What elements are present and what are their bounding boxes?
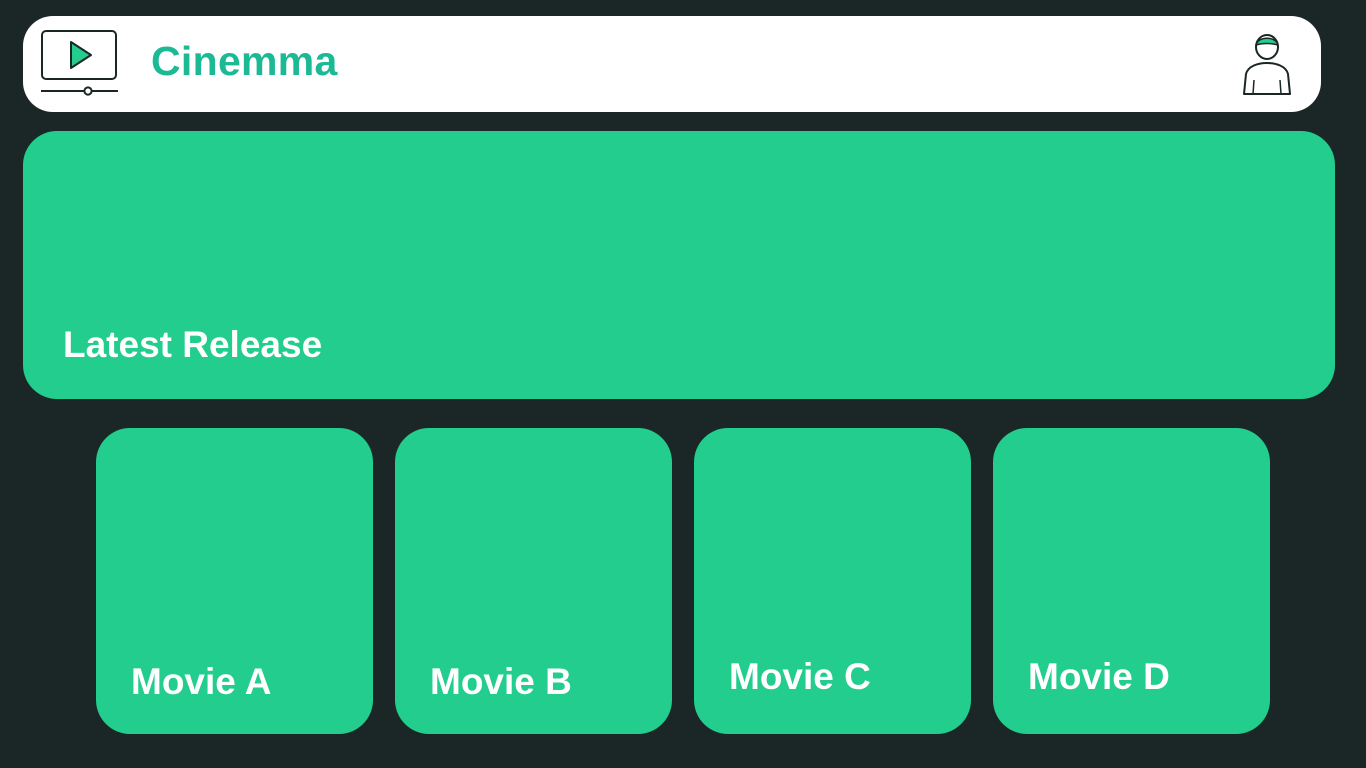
movie-card-b[interactable]: Movie B [395,428,672,734]
user-profile-icon[interactable] [1241,32,1293,96]
movie-card-c[interactable]: Movie C [694,428,971,734]
movie-title: Movie B [430,661,572,702]
top-bar: Cinemma [23,16,1321,112]
movie-title: Movie C [729,656,871,697]
movie-card-d[interactable]: Movie D [993,428,1270,734]
movie-title: Movie D [1028,656,1170,697]
latest-release-banner[interactable]: Latest Release [23,131,1335,399]
latest-release-label: Latest Release [63,324,323,365]
movie-title: Movie A [131,661,272,702]
app-title: Cinemma [151,38,338,84]
movie-card-a[interactable]: Movie A [96,428,373,734]
play-monitor-icon[interactable] [41,29,119,97]
